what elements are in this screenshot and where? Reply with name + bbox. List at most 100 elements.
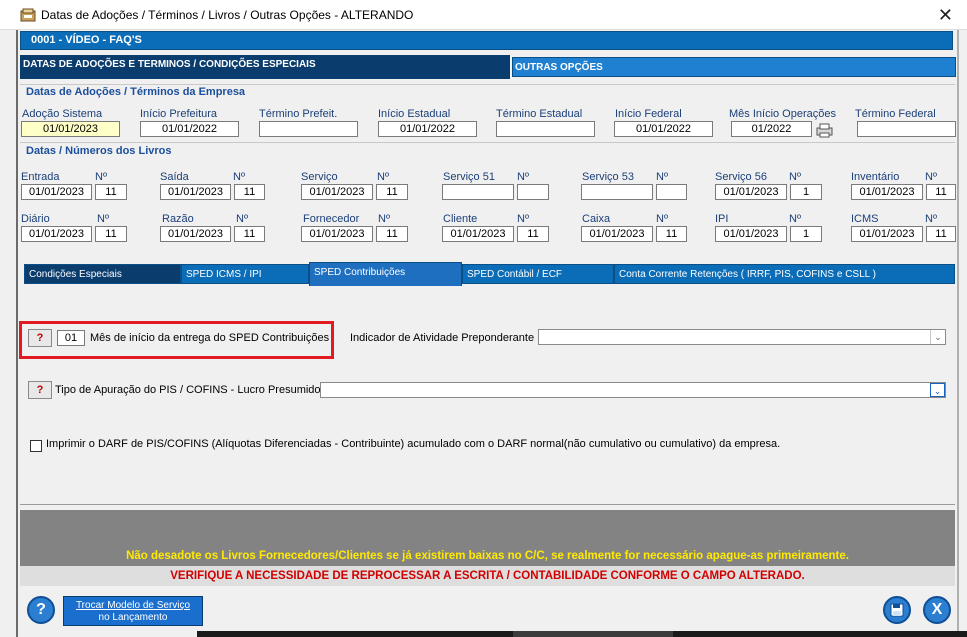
message-panel [20, 510, 955, 546]
label-inventario: Inventário [851, 171, 900, 183]
tab-sped-contribuicoes[interactable]: SPED Contribuições [309, 262, 462, 286]
label-num: Nº [789, 171, 801, 183]
left-border [16, 30, 18, 637]
warning-red-text: VERIFIQUE A NECESSIDADE DE REPROCESSAR A… [20, 566, 955, 586]
field-inventario-num[interactable]: 11 [926, 184, 956, 200]
label-servico-53: Serviço 53 [582, 171, 634, 183]
title-bar: Datas de Adoções / Términos / Livros / O… [0, 0, 967, 30]
label-num: Nº [656, 171, 668, 183]
app-icon [20, 8, 36, 22]
field-caixa-num[interactable]: 11 [656, 226, 687, 242]
field-servico-56-date[interactable]: 01/01/2023 [715, 184, 787, 200]
field-cliente-date[interactable]: 01/01/2023 [442, 226, 514, 242]
tab-condicoes-especiais[interactable]: Condições Especiais [24, 264, 181, 284]
field-termino-federal[interactable] [857, 121, 956, 137]
help-tipo-apuracao-button[interactable]: ? [28, 381, 52, 399]
label-tipo-apuracao: Tipo de Apuração do PIS / COFINS - Lucro… [55, 384, 324, 396]
field-mes-inicio-operacoes[interactable]: 01/2022 [731, 121, 812, 137]
tab-conta-corrente-retencoes[interactable]: Conta Corrente Retenções ( IRRF, PIS, CO… [614, 264, 955, 284]
tab-sped-contabil-ecf[interactable]: SPED Contábil / ECF [462, 264, 614, 284]
field-inventario-date[interactable]: 01/01/2023 [851, 184, 923, 200]
tab-datas-adocoes[interactable]: DATAS DE ADOÇÕES E TERMINOS / CONDIÇÕES … [20, 55, 510, 79]
label-entrada: Entrada [21, 171, 60, 183]
label-razao: Razão [162, 213, 194, 225]
field-servico-51-num[interactable] [517, 184, 549, 200]
chevron-down-icon[interactable]: ⌄ [930, 330, 945, 344]
window-title: Datas de Adoções / Términos / Livros / O… [41, 8, 414, 22]
help-icon[interactable]: ? [27, 596, 55, 624]
field-fornecedor-num[interactable]: 11 [376, 226, 408, 242]
label-num: Nº [233, 171, 245, 183]
field-icms-num[interactable]: 11 [926, 226, 956, 242]
label-cliente: Cliente [443, 213, 478, 225]
checkbox-imprimir-darf[interactable] [30, 440, 42, 452]
field-diario-date[interactable]: 01/01/2023 [21, 226, 92, 242]
field-saida-date[interactable]: 01/01/2023 [160, 184, 231, 200]
close-icon[interactable]: ✕ [938, 5, 953, 26]
field-servico-date[interactable]: 01/01/2023 [301, 184, 373, 200]
warning-yellow-text: Não desadote os Livros Fornecedores/Clie… [20, 546, 955, 566]
field-diario-num[interactable]: 11 [95, 226, 127, 242]
label-num: Nº [377, 171, 389, 183]
trocar-line1: Trocar Modelo de Serviço [75, 600, 191, 611]
trocar-line2: no Lançamento [98, 612, 168, 623]
field-entrada-date[interactable]: 01/01/2023 [21, 184, 92, 200]
label-inicio-federal: Início Federal [615, 108, 682, 120]
section-divider [20, 142, 955, 143]
label-num: Nº [97, 213, 109, 225]
field-entrada-num[interactable]: 11 [95, 184, 127, 200]
tab-sped-icms-ipi[interactable]: SPED ICMS / IPI [181, 264, 309, 284]
field-termino-estadual[interactable] [496, 121, 595, 137]
select-tipo-apuracao[interactable]: ⌄ [320, 382, 946, 398]
field-servico-num[interactable]: 11 [376, 184, 408, 200]
label-servico: Serviço [301, 171, 338, 183]
field-saida-num[interactable]: 11 [234, 184, 265, 200]
label-saida: Saída [160, 171, 189, 183]
field-fornecedor-date[interactable]: 01/01/2023 [301, 226, 373, 242]
label-indicador-atividade: Indicador de Atividade Preponderante [350, 332, 535, 344]
help-mes-button[interactable]: ? [28, 329, 52, 347]
right-border [957, 30, 959, 637]
label-inicio-prefeitura: Início Prefeitura [140, 108, 218, 120]
field-servico-51-date[interactable] [442, 184, 514, 200]
select-indicador-atividade[interactable]: ⌄ [538, 329, 946, 345]
label-num: Nº [95, 171, 107, 183]
label-num: Nº [378, 213, 390, 225]
field-ipi-date[interactable]: 01/01/2023 [715, 226, 787, 242]
field-caixa-date[interactable]: 01/01/2023 [581, 226, 653, 242]
field-mes-inicio-sped[interactable]: 01 [57, 330, 85, 346]
trocar-modelo-button[interactable]: Trocar Modelo de Serviço no Lançamento [63, 596, 203, 626]
field-ipi-num[interactable]: 1 [790, 226, 822, 242]
section-divider [20, 84, 955, 85]
label-ipi: IPI [715, 213, 729, 225]
field-servico-53-date[interactable] [581, 184, 653, 200]
field-servico-53-num[interactable] [656, 184, 687, 200]
tab-outras-opcoes[interactable]: OUTRAS OPÇÕES [512, 57, 956, 77]
close-icon[interactable]: X [923, 596, 951, 624]
field-inicio-federal[interactable]: 01/01/2022 [614, 121, 713, 137]
label-num: Nº [517, 171, 529, 183]
label-num: Nº [925, 213, 937, 225]
save-icon[interactable] [883, 596, 911, 624]
field-razao-num[interactable]: 11 [234, 226, 265, 242]
label-num: Nº [656, 213, 668, 225]
divider [20, 504, 955, 505]
chevron-down-icon[interactable]: ⌄ [930, 383, 945, 397]
label-mes-inicio-operacoes: Mês Início Operações [729, 108, 836, 120]
label-mes-inicio-sped: Mês de início da entrega do SPED Contrib… [90, 332, 330, 344]
field-adocao-sistema[interactable]: 01/01/2023 [21, 121, 120, 137]
dialog-window: Datas de Adoções / Términos / Livros / O… [0, 0, 967, 637]
field-termino-prefeit[interactable] [259, 121, 358, 137]
printer-icon[interactable] [816, 123, 833, 138]
field-razao-date[interactable]: 01/01/2023 [160, 226, 231, 242]
label-caixa: Caixa [582, 213, 611, 225]
section-title-livros: Datas / Números dos Livros [26, 145, 172, 157]
field-servico-56-num[interactable]: 1 [790, 184, 822, 200]
label-servico-51: Serviço 51 [443, 171, 495, 183]
label-adocao-sistema: Adoção Sistema [22, 108, 103, 120]
field-icms-date[interactable]: 01/01/2023 [851, 226, 923, 242]
field-inicio-prefeitura[interactable]: 01/01/2022 [140, 121, 239, 137]
field-inicio-estadual[interactable]: 01/01/2022 [378, 121, 477, 137]
field-cliente-num[interactable]: 11 [517, 226, 549, 242]
label-termino-federal: Término Federal [855, 108, 936, 120]
